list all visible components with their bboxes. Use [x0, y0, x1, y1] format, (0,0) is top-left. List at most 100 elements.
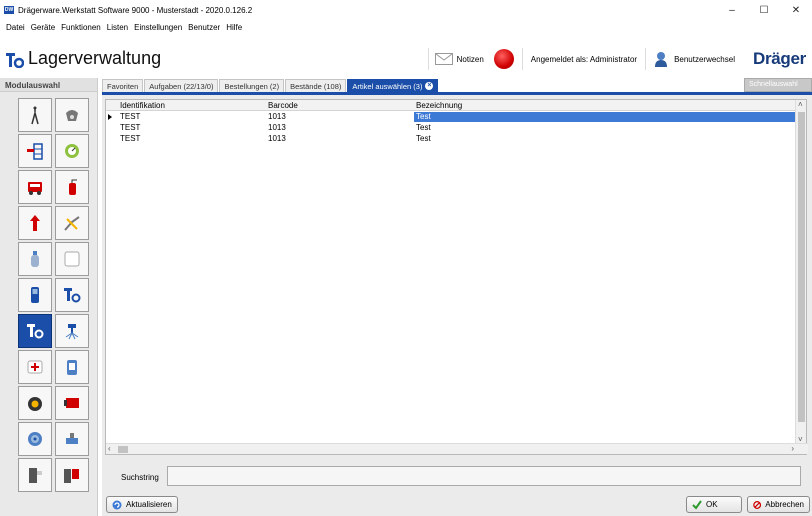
red-box-icon: [64, 398, 79, 408]
hose-icon: [64, 216, 80, 231]
tab-favoriten[interactable]: Favoriten: [102, 79, 144, 92]
close-tab-icon[interactable]: ×: [425, 82, 434, 90]
column-header-barcode[interactable]: Barcode: [268, 101, 298, 110]
valve-icon: [66, 433, 78, 444]
tab-bestaende[interactable]: Bestände (108): [285, 79, 347, 92]
first-aid-icon: [27, 360, 43, 374]
module-tile-hydrant[interactable]: [18, 206, 52, 240]
module-panel: Modulauswahl: [0, 78, 98, 516]
horizontal-scroll-thumb[interactable]: [118, 446, 128, 453]
scroll-right-icon[interactable]: ›: [791, 444, 794, 453]
module-tile-coil[interactable]: [18, 422, 52, 456]
module-tile-gas-detector[interactable]: [18, 278, 52, 312]
checkmark-icon: [692, 499, 702, 510]
status-alarm-icon[interactable]: [493, 49, 514, 69]
cell-identifikation: TEST: [120, 123, 141, 132]
module-tile-device[interactable]: [55, 350, 89, 384]
search-label: Suchstring: [121, 473, 159, 482]
module-tile-valve[interactable]: [55, 422, 89, 456]
person-icon: [31, 106, 39, 125]
content-area: Identifikation Barcode Bezeichnung TEST …: [102, 95, 812, 516]
close-button[interactable]: ✕: [780, 0, 812, 20]
doors-icon: [64, 469, 79, 483]
module-tile-door[interactable]: [18, 458, 52, 492]
module-tile-pump[interactable]: [18, 386, 52, 420]
maximize-button[interactable]: ☐: [748, 0, 780, 20]
column-header-identifikation[interactable]: Identifikation: [120, 101, 165, 110]
module-tile-first-aid[interactable]: [18, 350, 52, 384]
app-icon: DW: [4, 6, 14, 14]
device-icon: [67, 360, 77, 375]
extinguisher-icon: [69, 179, 77, 195]
cell-barcode: 1013: [268, 123, 286, 132]
cell-identifikation: TEST: [120, 112, 141, 121]
cancel-label: Abbrechen: [765, 500, 804, 509]
title-bar: DW Drägerware.Werkstatt Software 9000 - …: [0, 0, 812, 20]
coil-icon: [28, 432, 42, 446]
table-row[interactable]: TEST 1013 Test: [106, 134, 796, 144]
switch-user-button[interactable]: Benutzerwechsel: [646, 51, 743, 67]
blank-icon: [64, 251, 80, 267]
table-row[interactable]: TEST 1013 Test: [106, 123, 796, 133]
module-tile-lager-active[interactable]: [18, 314, 52, 348]
notes-label: Notizen: [456, 54, 484, 64]
menu-einstellungen[interactable]: Einstellungen: [134, 23, 182, 32]
menu-datei[interactable]: Datei: [6, 23, 25, 32]
page-title: Lagerverwaltung: [28, 48, 162, 68]
menu-benutzer[interactable]: Benutzer: [188, 23, 220, 32]
cell-bezeichnung: Test: [414, 112, 797, 122]
logged-in-label: Angemeldet als: Administrator: [530, 54, 638, 64]
draeger-logo: Dräger: [752, 49, 806, 68]
module-tile-sprinkler[interactable]: [55, 314, 89, 348]
cell-barcode: 1013: [268, 112, 286, 121]
tab-bar: Favoriten Aufgaben (22/13/0) Bestellunge…: [102, 78, 439, 92]
refresh-button[interactable]: Aktualisieren: [106, 496, 178, 513]
menu-hilfe[interactable]: Hilfe: [226, 23, 242, 32]
module-tile-truck[interactable]: [18, 170, 52, 204]
bottle-icon: [31, 251, 39, 267]
module-tile-lager[interactable]: [55, 278, 89, 312]
module-tile-person[interactable]: [18, 98, 52, 132]
module-tile-blank[interactable]: [55, 242, 89, 276]
sprinkler-icon: [65, 324, 79, 340]
lager-icon: [64, 288, 81, 303]
scroll-left-icon[interactable]: ‹: [108, 444, 111, 453]
module-tile-red-box[interactable]: [55, 386, 89, 420]
module-tile-shelf[interactable]: [18, 134, 52, 168]
tab-artikel-label: Artikel auswählen (3): [352, 81, 423, 91]
search-input[interactable]: [167, 466, 801, 486]
quick-search-input[interactable]: Schnellauswahl: [744, 78, 812, 92]
vertical-scroll-thumb[interactable]: [798, 112, 805, 422]
user-icon: [655, 52, 668, 67]
scroll-up-icon[interactable]: ˄: [798, 100, 803, 109]
module-tile-doors[interactable]: [55, 458, 89, 492]
vertical-scrollbar[interactable]: ˄ ˅: [795, 100, 806, 444]
module-tile-extinguisher[interactable]: [55, 170, 89, 204]
menu-geraete[interactable]: Geräte: [31, 23, 55, 32]
article-grid: Identifikation Barcode Bezeichnung TEST …: [105, 99, 808, 455]
horizontal-scrollbar[interactable]: ‹ ›: [106, 443, 808, 454]
cancel-button[interactable]: Abbrechen: [747, 496, 810, 513]
ok-button[interactable]: OK: [686, 496, 742, 513]
tab-artikel-auswaehlen[interactable]: Artikel auswählen (3) ×: [347, 79, 439, 92]
module-tile-gauge[interactable]: [55, 134, 89, 168]
minimize-button[interactable]: –: [716, 0, 748, 20]
notes-button[interactable]: Notizen: [427, 48, 490, 70]
table-row[interactable]: TEST 1013 Test: [106, 112, 797, 122]
envelope-icon: [434, 53, 453, 65]
switch-user-label: Benutzerwechsel: [674, 54, 735, 64]
cancel-icon: [753, 500, 762, 509]
window-title: Drägerware.Werkstatt Software 9000 - Mus…: [18, 5, 253, 15]
tab-bestellungen[interactable]: Bestellungen (2): [219, 79, 285, 92]
module-tile-mask[interactable]: [55, 98, 89, 132]
gauge-icon: [65, 144, 79, 158]
module-tile-bottle[interactable]: [18, 242, 52, 276]
menu-funktionen[interactable]: Funktionen: [61, 23, 101, 32]
lagerverwaltung-icon: [6, 53, 24, 68]
column-header-bezeichnung[interactable]: Bezeichnung: [416, 101, 462, 110]
refresh-label: Aktualisieren: [126, 500, 172, 509]
menu-listen[interactable]: Listen: [107, 23, 128, 32]
gas-detector-icon: [31, 287, 39, 303]
module-tile-hose[interactable]: [55, 206, 89, 240]
tab-aufgaben[interactable]: Aufgaben (22/13/0): [144, 79, 219, 92]
